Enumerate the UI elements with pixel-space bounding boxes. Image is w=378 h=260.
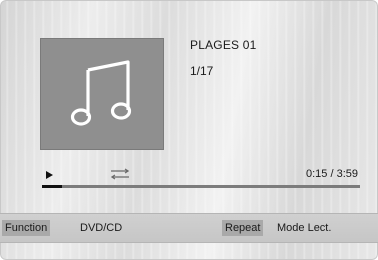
time-separator: /	[327, 168, 337, 180]
progress-fill	[42, 185, 63, 188]
total-time: 3:59	[336, 168, 358, 180]
repeat-icon[interactable]	[110, 168, 130, 180]
bottom-bar: Function DVD/CD Repeat Mode Lect.	[0, 213, 378, 243]
function-button[interactable]: Function	[2, 220, 51, 236]
elapsed-time: 0:15	[305, 168, 328, 180]
play-icon[interactable]	[46, 171, 53, 179]
repeat-value: Mode Lect.	[277, 222, 332, 234]
music-note-icon	[70, 60, 132, 126]
track-index: 1/17	[190, 64, 214, 78]
progress-bar[interactable]	[42, 185, 360, 188]
function-value: DVD/CD	[80, 222, 123, 234]
track-title: PLAGES 01	[190, 38, 257, 52]
player-screen: PLAGES 01 1/17 0:15 / 3:59 Function DVD/…	[0, 0, 378, 260]
repeat-button[interactable]: Repeat	[222, 220, 264, 236]
time-readout: 0:15 / 3:59	[306, 168, 358, 180]
album-art	[40, 38, 164, 150]
